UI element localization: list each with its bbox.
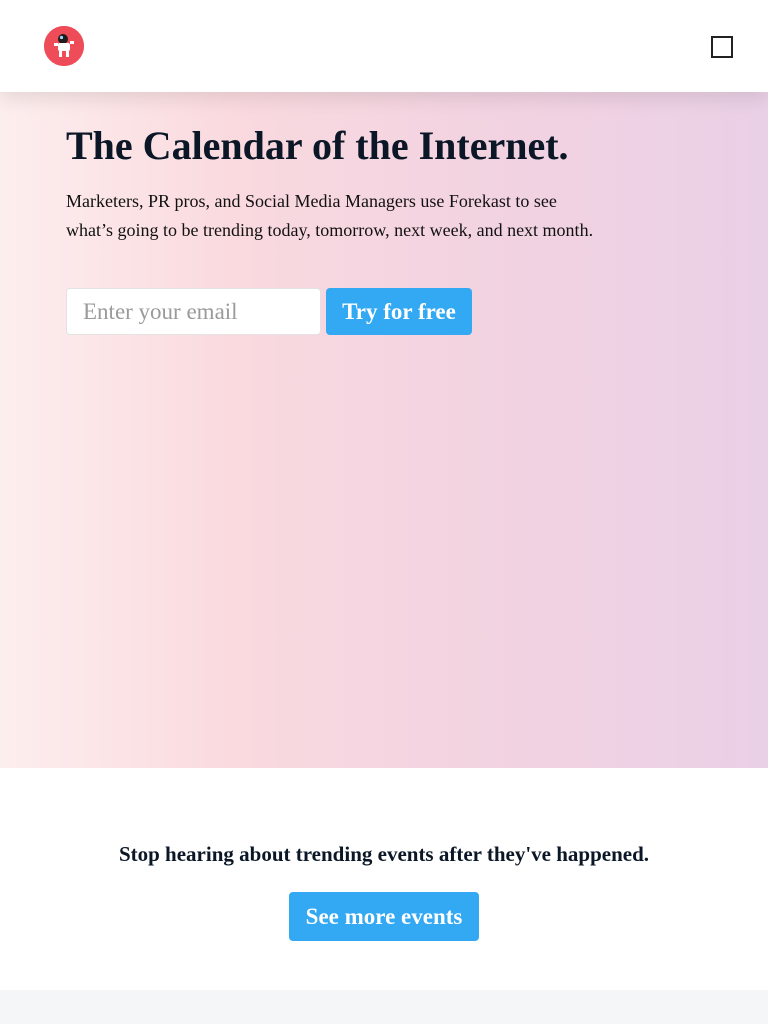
footer-strip <box>0 990 768 1024</box>
astronaut-rocket-icon <box>44 26 84 66</box>
hero-description: Marketers, PR pros, and Social Media Man… <box>66 191 594 240</box>
hero-title: The Calendar of the Internet. <box>66 123 569 168</box>
hero-section: The Calendar of the Internet. Marketers,… <box>0 92 768 768</box>
logo[interactable] <box>44 26 84 66</box>
menu-toggle-button[interactable] <box>711 36 733 58</box>
trending-cta-section: Stop hearing about trending events after… <box>0 768 768 990</box>
try-for-free-button[interactable]: Try for free <box>326 288 472 335</box>
see-more-events-button[interactable]: See more events <box>289 892 479 941</box>
email-input[interactable] <box>66 288 321 335</box>
site-header <box>0 0 768 92</box>
cta-text: Stop hearing about trending events after… <box>118 842 650 866</box>
